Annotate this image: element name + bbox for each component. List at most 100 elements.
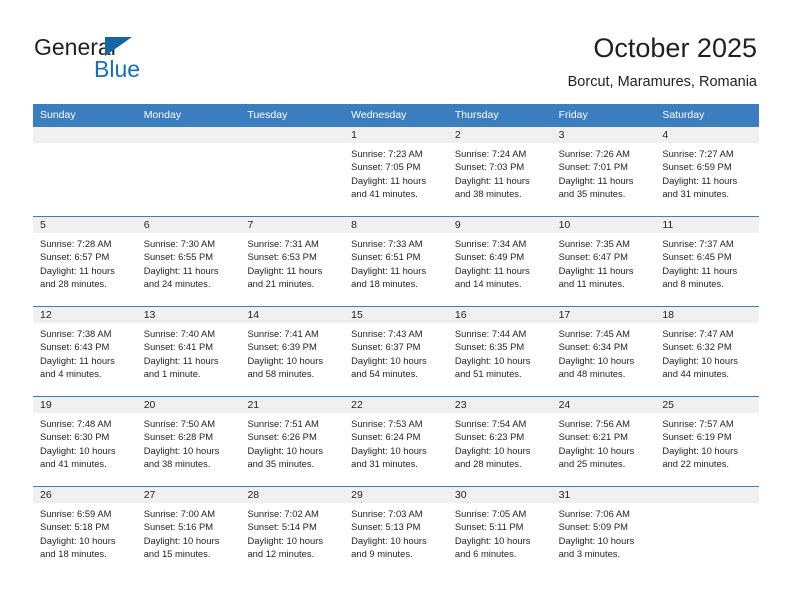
daylight-line-2: and 41 minutes.: [351, 188, 418, 200]
sunrise-line: Sunrise: 7:03 AM: [351, 508, 423, 519]
sunset-line: Sunset: 6:49 PM: [454, 251, 525, 263]
day-details: [33, 143, 137, 147]
day-cell[interactable]: 25 Sunrise: 7:57 AM Sunset: 6:19 PM Dayl…: [655, 397, 760, 486]
sunset-line: Sunset: 6:43 PM: [40, 341, 110, 353]
day-number: 10: [551, 217, 656, 233]
day-number: 1: [344, 127, 448, 143]
day-details: Sunrise: 7:43 AM Sunset: 6:37 PM Dayligh…: [344, 323, 448, 381]
sunset-line: Sunset: 6:41 PM: [143, 341, 214, 353]
daylight-line-2: and 25 minutes.: [558, 458, 626, 470]
general-blue-logo[interactable]: General Blue: [34, 34, 224, 88]
day-number: 30: [447, 487, 552, 503]
day-cell[interactable]: 14 Sunrise: 7:41 AM Sunset: 6:39 PM Dayl…: [240, 307, 345, 396]
day-cell[interactable]: 31 Sunrise: 7:06 AM Sunset: 5:09 PM Dayl…: [551, 487, 656, 576]
day-details: Sunrise: 7:23 AM Sunset: 7:05 PM Dayligh…: [344, 143, 448, 201]
sunset-line: Sunset: 5:11 PM: [454, 521, 524, 533]
daylight-line-2: and 51 minutes.: [454, 368, 522, 380]
day-cell[interactable]: 2 Sunrise: 7:24 AM Sunset: 7:03 PM Dayli…: [447, 127, 552, 216]
daylight-line-1: Daylight: 11 hours: [40, 354, 115, 366]
daylight-line-1: Daylight: 10 hours: [662, 444, 738, 456]
day-cell[interactable]: 15 Sunrise: 7:43 AM Sunset: 6:37 PM Dayl…: [344, 307, 448, 396]
day-number: 5: [33, 217, 137, 233]
day-cell[interactable]: 28 Sunrise: 7:02 AM Sunset: 5:14 PM Dayl…: [240, 487, 345, 576]
day-cell[interactable]: 20 Sunrise: 7:50 AM Sunset: 6:28 PM Dayl…: [136, 397, 241, 486]
weekday-header-friday: Friday: [558, 109, 588, 121]
day-cell[interactable]: 26 Sunrise: 6:59 AM Sunset: 5:18 PM Dayl…: [33, 487, 137, 576]
day-number: 12: [33, 307, 137, 323]
daylight-line-1: Daylight: 10 hours: [40, 444, 116, 456]
sunset-line: Sunset: 6:47 PM: [558, 251, 628, 263]
day-cell[interactable]: 23 Sunrise: 7:54 AM Sunset: 6:23 PM Dayl…: [447, 397, 552, 486]
day-details: Sunrise: 7:50 AM Sunset: 6:28 PM Dayligh…: [137, 413, 241, 471]
logo-triangle-icon: [105, 37, 132, 56]
day-cell[interactable]: 24 Sunrise: 7:56 AM Sunset: 6:21 PM Dayl…: [551, 397, 656, 486]
day-number: 24: [551, 397, 656, 413]
daylight-line-2: and 8 minutes.: [662, 278, 724, 290]
daylight-line-1: Daylight: 11 hours: [558, 264, 634, 276]
daylight-line-1: Daylight: 10 hours: [143, 534, 220, 546]
day-cell[interactable]: 6 Sunrise: 7:30 AM Sunset: 6:55 PM Dayli…: [136, 217, 241, 306]
sunrise-line: Sunrise: 7:44 AM: [454, 328, 527, 339]
sunrise-line: Sunrise: 7:45 AM: [558, 328, 630, 339]
sunrise-line: Sunrise: 7:06 AM: [558, 508, 630, 519]
day-cell[interactable]: [655, 487, 760, 576]
daylight-line-2: and 38 minutes.: [454, 188, 522, 200]
day-cell[interactable]: 8 Sunrise: 7:33 AM Sunset: 6:51 PM Dayli…: [344, 217, 448, 306]
day-cell[interactable]: 27 Sunrise: 7:00 AM Sunset: 5:16 PM Dayl…: [136, 487, 241, 576]
day-cell[interactable]: 29 Sunrise: 7:03 AM Sunset: 5:13 PM Dayl…: [344, 487, 448, 576]
day-number: 27: [136, 487, 241, 503]
logo-text-blue: Blue: [94, 56, 141, 82]
day-details: Sunrise: 7:30 AM Sunset: 6:55 PM Dayligh…: [137, 233, 241, 291]
day-number: [136, 127, 241, 143]
day-details: Sunrise: 7:00 AM Sunset: 5:16 PM Dayligh…: [137, 503, 241, 561]
sunset-line: Sunset: 6:24 PM: [351, 431, 421, 443]
day-cell[interactable]: 7 Sunrise: 7:31 AM Sunset: 6:53 PM Dayli…: [240, 217, 345, 306]
day-details: Sunrise: 7:28 AM Sunset: 6:57 PM Dayligh…: [33, 233, 137, 291]
day-number: [33, 127, 137, 143]
sunset-line: Sunset: 6:35 PM: [454, 341, 525, 353]
day-cell[interactable]: 11 Sunrise: 7:37 AM Sunset: 6:45 PM Dayl…: [655, 217, 760, 306]
weekday-header-monday: Monday: [143, 109, 182, 121]
day-cell[interactable]: 16 Sunrise: 7:44 AM Sunset: 6:35 PM Dayl…: [447, 307, 552, 396]
day-cell[interactable]: [240, 127, 345, 216]
sunrise-line: Sunrise: 7:40 AM: [143, 328, 216, 339]
sunset-line: Sunset: 5:13 PM: [351, 521, 421, 533]
weekday-header-row: Sunday Monday Tuesday Wednesday Thursday…: [33, 104, 759, 126]
day-cell[interactable]: 10 Sunrise: 7:35 AM Sunset: 6:47 PM Dayl…: [551, 217, 656, 306]
sunset-line: Sunset: 7:05 PM: [351, 161, 421, 173]
daylight-line-2: and 14 minutes.: [454, 278, 522, 290]
day-cell[interactable]: 17 Sunrise: 7:45 AM Sunset: 6:34 PM Dayl…: [551, 307, 656, 396]
day-cell[interactable]: 13 Sunrise: 7:40 AM Sunset: 6:41 PM Dayl…: [136, 307, 241, 396]
day-number: [240, 127, 345, 143]
day-cell[interactable]: 22 Sunrise: 7:53 AM Sunset: 6:24 PM Dayl…: [344, 397, 448, 486]
day-cell[interactable]: 30 Sunrise: 7:05 AM Sunset: 5:11 PM Dayl…: [447, 487, 552, 576]
day-cell[interactable]: 19 Sunrise: 7:48 AM Sunset: 6:30 PM Dayl…: [33, 397, 137, 486]
sunrise-line: Sunrise: 7:38 AM: [40, 328, 112, 339]
day-details: Sunrise: 7:57 AM Sunset: 6:19 PM Dayligh…: [655, 413, 759, 471]
day-details: Sunrise: 7:05 AM Sunset: 5:11 PM Dayligh…: [448, 503, 552, 561]
day-number: 20: [136, 397, 241, 413]
day-cell[interactable]: 4 Sunrise: 7:27 AM Sunset: 6:59 PM Dayli…: [655, 127, 760, 216]
day-cell[interactable]: 9 Sunrise: 7:34 AM Sunset: 6:49 PM Dayli…: [447, 217, 552, 306]
daylight-line-2: and 38 minutes.: [143, 458, 211, 470]
day-cell[interactable]: [33, 127, 137, 216]
day-cell[interactable]: 1 Sunrise: 7:23 AM Sunset: 7:05 PM Dayli…: [344, 127, 448, 216]
day-cell[interactable]: [136, 127, 241, 216]
weekday-header-tuesday: Tuesday: [247, 109, 288, 121]
sunrise-line: Sunrise: 7:48 AM: [40, 418, 112, 429]
day-details: Sunrise: 7:31 AM Sunset: 6:53 PM Dayligh…: [240, 233, 344, 291]
day-cell[interactable]: 3 Sunrise: 7:26 AM Sunset: 7:01 PM Dayli…: [551, 127, 656, 216]
weekday-header-sunday: Sunday: [40, 109, 76, 121]
weekday-header-wednesday: Wednesday: [351, 109, 407, 121]
day-cell[interactable]: 21 Sunrise: 7:51 AM Sunset: 6:26 PM Dayl…: [240, 397, 345, 486]
daylight-line-1: Daylight: 11 hours: [143, 264, 219, 276]
day-cell[interactable]: 18 Sunrise: 7:47 AM Sunset: 6:32 PM Dayl…: [655, 307, 760, 396]
day-number: 7: [240, 217, 345, 233]
day-cell[interactable]: 12 Sunrise: 7:38 AM Sunset: 6:43 PM Dayl…: [33, 307, 137, 396]
daylight-line-2: and 24 minutes.: [143, 278, 211, 290]
day-details: Sunrise: 7:48 AM Sunset: 6:30 PM Dayligh…: [33, 413, 137, 471]
daylight-line-2: and 4 minutes.: [40, 368, 102, 380]
sunrise-line: Sunrise: 7:53 AM: [351, 418, 423, 429]
day-details: Sunrise: 7:24 AM Sunset: 7:03 PM Dayligh…: [448, 143, 552, 201]
day-cell[interactable]: 5 Sunrise: 7:28 AM Sunset: 6:57 PM Dayli…: [33, 217, 137, 306]
